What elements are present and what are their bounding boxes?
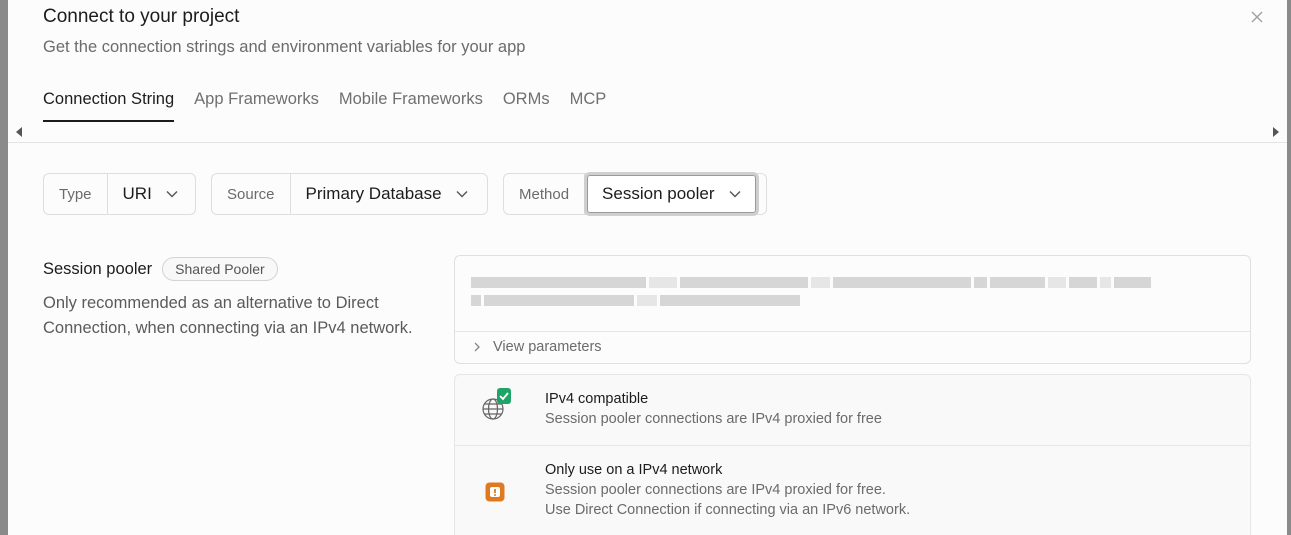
method-dropdown[interactable]: Session pooler xyxy=(584,172,759,216)
tab-connection-string[interactable]: Connection String xyxy=(43,86,175,122)
source-dropdown[interactable]: Primary Database xyxy=(291,174,483,214)
type-value: URI xyxy=(122,184,152,203)
method-value: Session pooler xyxy=(602,184,715,203)
note-title: Only use on a IPv4 network xyxy=(545,462,723,478)
tab-bar: Connection String App Frameworks Mobile … xyxy=(43,86,606,122)
note-title: IPv4 compatible xyxy=(545,391,649,407)
method-label: Method xyxy=(504,174,586,214)
warning-icon xyxy=(485,482,505,502)
scroll-left-icon[interactable] xyxy=(14,126,24,138)
method-selector: Method Session pooler xyxy=(503,172,767,216)
scroll-right-icon[interactable] xyxy=(1271,126,1281,138)
chevron-down-icon xyxy=(456,191,468,198)
chevron-down-icon xyxy=(166,191,178,198)
type-selector: Type URI xyxy=(43,173,196,215)
connection-string-redacted[interactable] xyxy=(471,276,1151,326)
close-button[interactable] xyxy=(1246,6,1268,28)
dialog-subtitle: Get the connection strings and environme… xyxy=(43,38,526,56)
connection-notes: IPv4 compatible Session pooler connectio… xyxy=(454,374,1251,535)
section-description: Only recommended as an alternative to Di… xyxy=(43,294,413,337)
source-selector: Source Primary Database xyxy=(211,173,488,215)
tab-orms[interactable]: ORMs xyxy=(503,86,550,122)
type-label: Type xyxy=(44,174,108,214)
source-label: Source xyxy=(212,174,291,214)
shared-pooler-badge: Shared Pooler xyxy=(162,257,278,281)
tabs-divider xyxy=(8,142,1287,143)
view-parameters-toggle[interactable]: View parameters xyxy=(473,339,602,355)
chevron-down-icon xyxy=(729,191,741,198)
note-text: Session pooler connections are IPv4 prox… xyxy=(545,482,886,498)
close-icon xyxy=(1251,11,1263,23)
note-text: Session pooler connections are IPv4 prox… xyxy=(545,411,882,427)
note-text: Use Direct Connection if connecting via … xyxy=(545,502,911,518)
connect-dialog: Connect to your project Get the connecti… xyxy=(8,0,1287,535)
source-value: Primary Database xyxy=(305,184,442,203)
connection-divider xyxy=(455,331,1250,332)
tab-mcp[interactable]: MCP xyxy=(570,86,607,122)
dialog-title: Connect to your project xyxy=(43,6,240,27)
tab-app-frameworks[interactable]: App Frameworks xyxy=(194,86,319,122)
section-title: Session pooler xyxy=(43,259,153,278)
chevron-right-icon xyxy=(474,342,480,352)
view-parameters-label: View parameters xyxy=(493,339,602,355)
section-header: Session pooler Shared Pooler xyxy=(43,257,278,281)
globe-check-icon xyxy=(482,388,511,420)
note-ipv4-only: Only use on a IPv4 network Session poole… xyxy=(455,446,1250,535)
note-ipv4-compatible: IPv4 compatible Session pooler connectio… xyxy=(455,375,1250,445)
tab-mobile-frameworks[interactable]: Mobile Frameworks xyxy=(339,86,483,122)
type-dropdown[interactable]: URI xyxy=(108,174,193,214)
connection-string-box: View parameters xyxy=(454,255,1251,364)
